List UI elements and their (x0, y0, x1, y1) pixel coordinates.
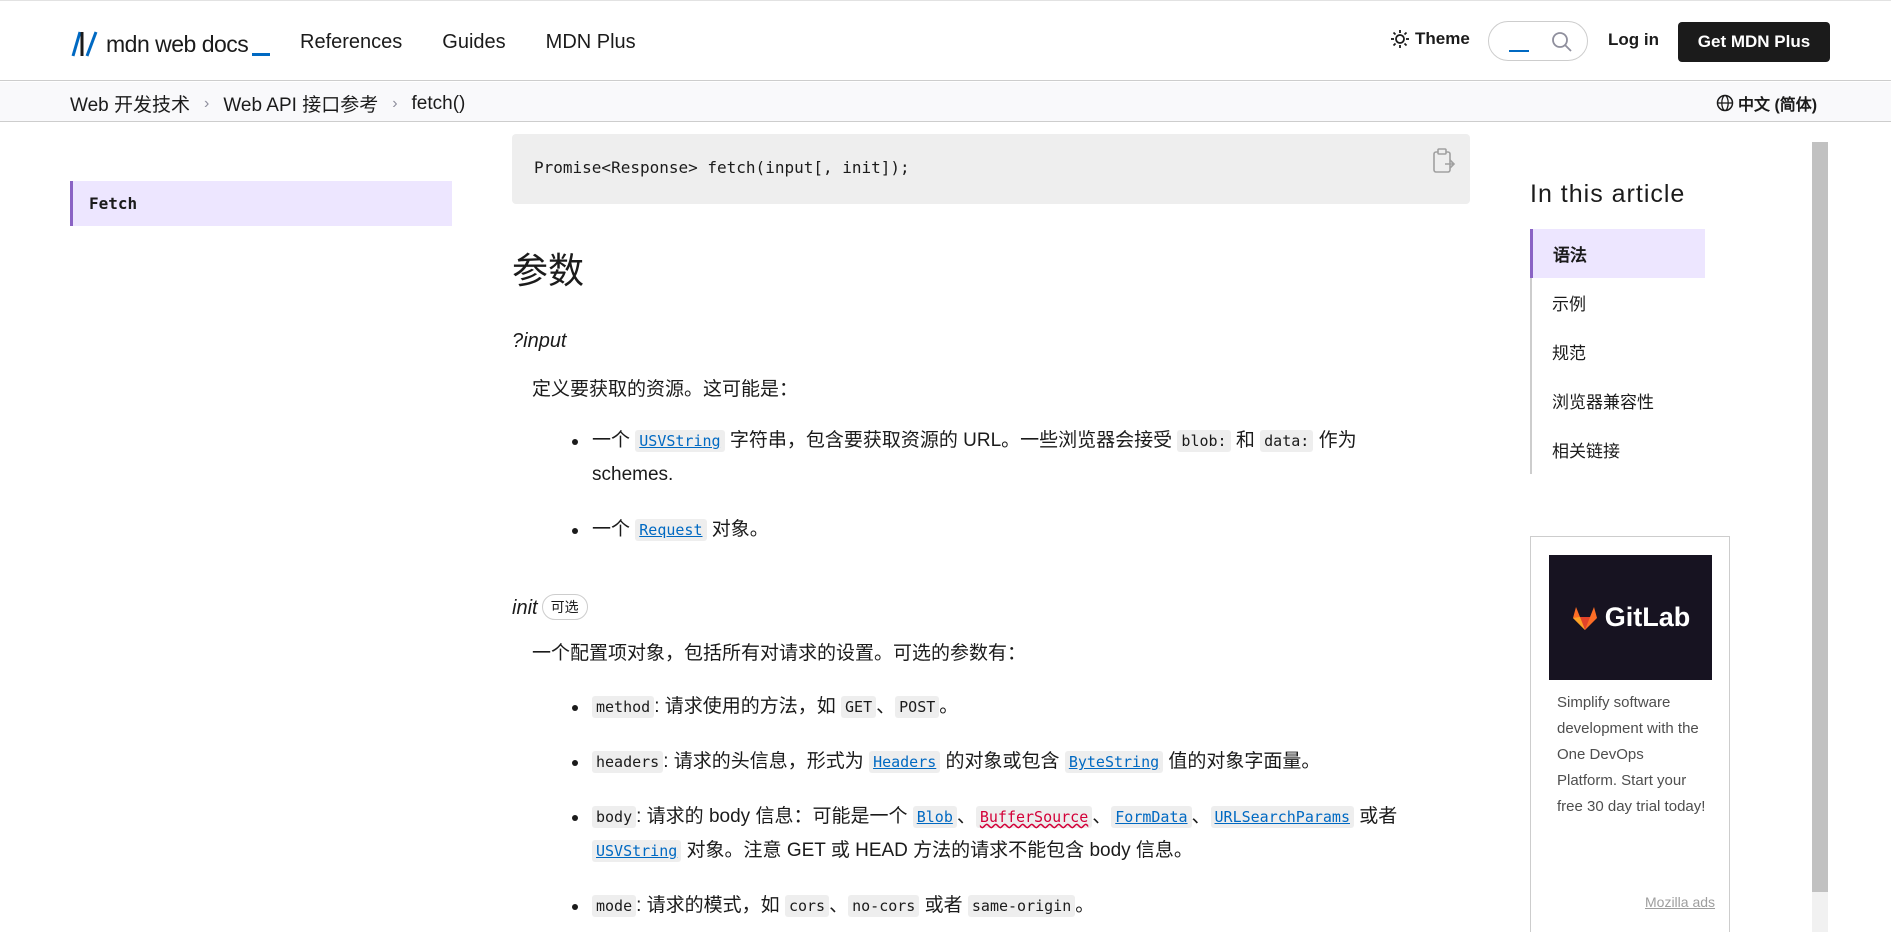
inline-code: POST (895, 696, 940, 718)
chevron-right-icon: › (392, 94, 398, 112)
theme-button[interactable]: Theme (1391, 29, 1470, 49)
ad-box[interactable]: GitLab Simplify software development wit… (1530, 536, 1730, 932)
language-label: 中文 (简体) (1738, 97, 1818, 114)
section-heading-params: 参数 (512, 250, 585, 291)
search-input[interactable] (1488, 21, 1588, 61)
nav-references[interactable]: References (300, 28, 402, 56)
usvstring-link[interactable]: USVString (592, 840, 682, 862)
inline-code: method (592, 696, 655, 718)
inline-code: headers (592, 751, 664, 773)
mozilla-ads-link[interactable]: Mozilla ads (1645, 894, 1715, 910)
sun-icon (1391, 30, 1409, 48)
toc-item-syntax[interactable]: 语法 (1530, 229, 1705, 278)
breadcrumb-item-fetch[interactable]: fetch() (412, 93, 466, 115)
list-item: headers: 请求的头信息，形式为 Headers 的对象或包含 ByteS… (571, 745, 1397, 779)
syntax-code-block: Promise<Response> fetch(input[, init]); (512, 134, 1470, 204)
sidebar-item-fetch[interactable]: Fetch (70, 181, 452, 226)
main-nav: References Guides MDN Plus (300, 28, 636, 56)
login-link[interactable]: Log in (1608, 30, 1659, 50)
input-options-list: 一个 USVString 字符串，包含要获取资源的 URL。一些浏览器会接受 b… (572, 424, 1357, 547)
get-mdn-plus-button[interactable]: Get MDN Plus (1678, 22, 1830, 62)
buffersource-link[interactable]: BufferSource (975, 806, 1093, 828)
inline-code: mode (592, 895, 637, 917)
breadcrumb: Web 开发技术 › Web API 接口参考 › fetch() (70, 90, 465, 117)
toc-item-see-also[interactable]: 相关链接 (1532, 425, 1705, 474)
logo-underscore (252, 52, 271, 56)
inline-code: body (592, 806, 637, 828)
inline-code: no-cors (848, 895, 920, 917)
toc-item-specs[interactable]: 规范 (1532, 327, 1705, 376)
urlsearchparams-link[interactable]: URLSearchParams (1210, 806, 1354, 828)
toc-title: In this article (1530, 180, 1686, 208)
nav-mdn-plus[interactable]: MDN Plus (546, 28, 636, 56)
param-input-desc: 定义要获取的资源。这可能是： (532, 379, 799, 400)
init-options-list: method: 请求使用的方法，如 GET、 POST。 headers: 请求的… (571, 690, 1397, 923)
syntax-code: Promise<Response> fetch(input[, init]); (534, 158, 910, 177)
request-link[interactable]: Request (635, 519, 707, 541)
blob-link[interactable]: Blob (912, 806, 957, 828)
scrollbar-thumb[interactable] (1812, 142, 1828, 892)
breadcrumb-item-web-api[interactable]: Web API 接口参考 (223, 90, 378, 117)
inline-code: GET (841, 696, 877, 718)
theme-label: Theme (1415, 29, 1470, 48)
toc-item-examples[interactable]: 示例 (1532, 278, 1705, 327)
top-header: mdn web docs References Guides MDN Plus … (0, 0, 1891, 81)
bytestring-link[interactable]: ByteString (1064, 751, 1164, 773)
globe-icon (1716, 94, 1734, 112)
language-switcher[interactable]: 中文 (简体) (1716, 91, 1817, 115)
param-input-term[interactable]: ?input (512, 330, 567, 353)
mdn-logo[interactable]: mdn web docs (70, 28, 271, 60)
list-item: 一个 Request 对象。 (572, 513, 1357, 547)
usvstring-link[interactable]: USVString (635, 430, 725, 452)
search-cursor (1509, 50, 1529, 52)
nav-guides[interactable]: Guides (442, 28, 505, 56)
param-init-term[interactable]: init 可选 (512, 594, 588, 620)
breadcrumb-bar: Web 开发技术 › Web API 接口参考 › fetch() 中文 (简体… (0, 82, 1891, 122)
logo-text: mdn web docs (106, 30, 249, 57)
optional-badge: 可选 (541, 594, 588, 620)
inline-code: same-origin (967, 895, 1076, 917)
formdata-link[interactable]: FormData (1111, 806, 1192, 828)
headers-link[interactable]: Headers (869, 751, 941, 773)
list-item: mode: 请求的模式，如 cors、 no-cors 或者 same-origi… (571, 889, 1397, 923)
gitlab-fox-icon (1572, 606, 1597, 630)
copy-icon[interactable] (1432, 148, 1456, 174)
breadcrumb-item-web-tech[interactable]: Web 开发技术 (70, 90, 190, 117)
inline-code: data: (1260, 430, 1314, 452)
inline-code: blob: (1177, 430, 1231, 452)
list-item: body: 请求的 body 信息：可能是一个 Blob、 BufferSourc… (571, 800, 1397, 868)
ad-text[interactable]: Simplify software development with the O… (1557, 690, 1707, 820)
gitlab-ad-image[interactable]: GitLab (1549, 555, 1712, 680)
mdn-logo-icon (71, 31, 98, 57)
search-icon[interactable] (1551, 31, 1573, 53)
gitlab-brand: GitLab (1604, 602, 1691, 632)
list-item: method: 请求使用的方法，如 GET、 POST。 (571, 690, 1397, 724)
toc-item-compat[interactable]: 浏览器兼容性 (1532, 376, 1705, 425)
inline-code: cors (784, 895, 830, 917)
chevron-right-icon: › (204, 94, 210, 112)
list-item: 一个 USVString 字符串，包含要获取资源的 URL。一些浏览器会接受 b… (572, 424, 1357, 492)
toc-nav: 语法 示例 规范 浏览器兼容性 相关链接 (1530, 229, 1705, 474)
param-init-desc: 一个配置项对象，包括所有对请求的设置。可选的参数有： (532, 643, 1027, 664)
